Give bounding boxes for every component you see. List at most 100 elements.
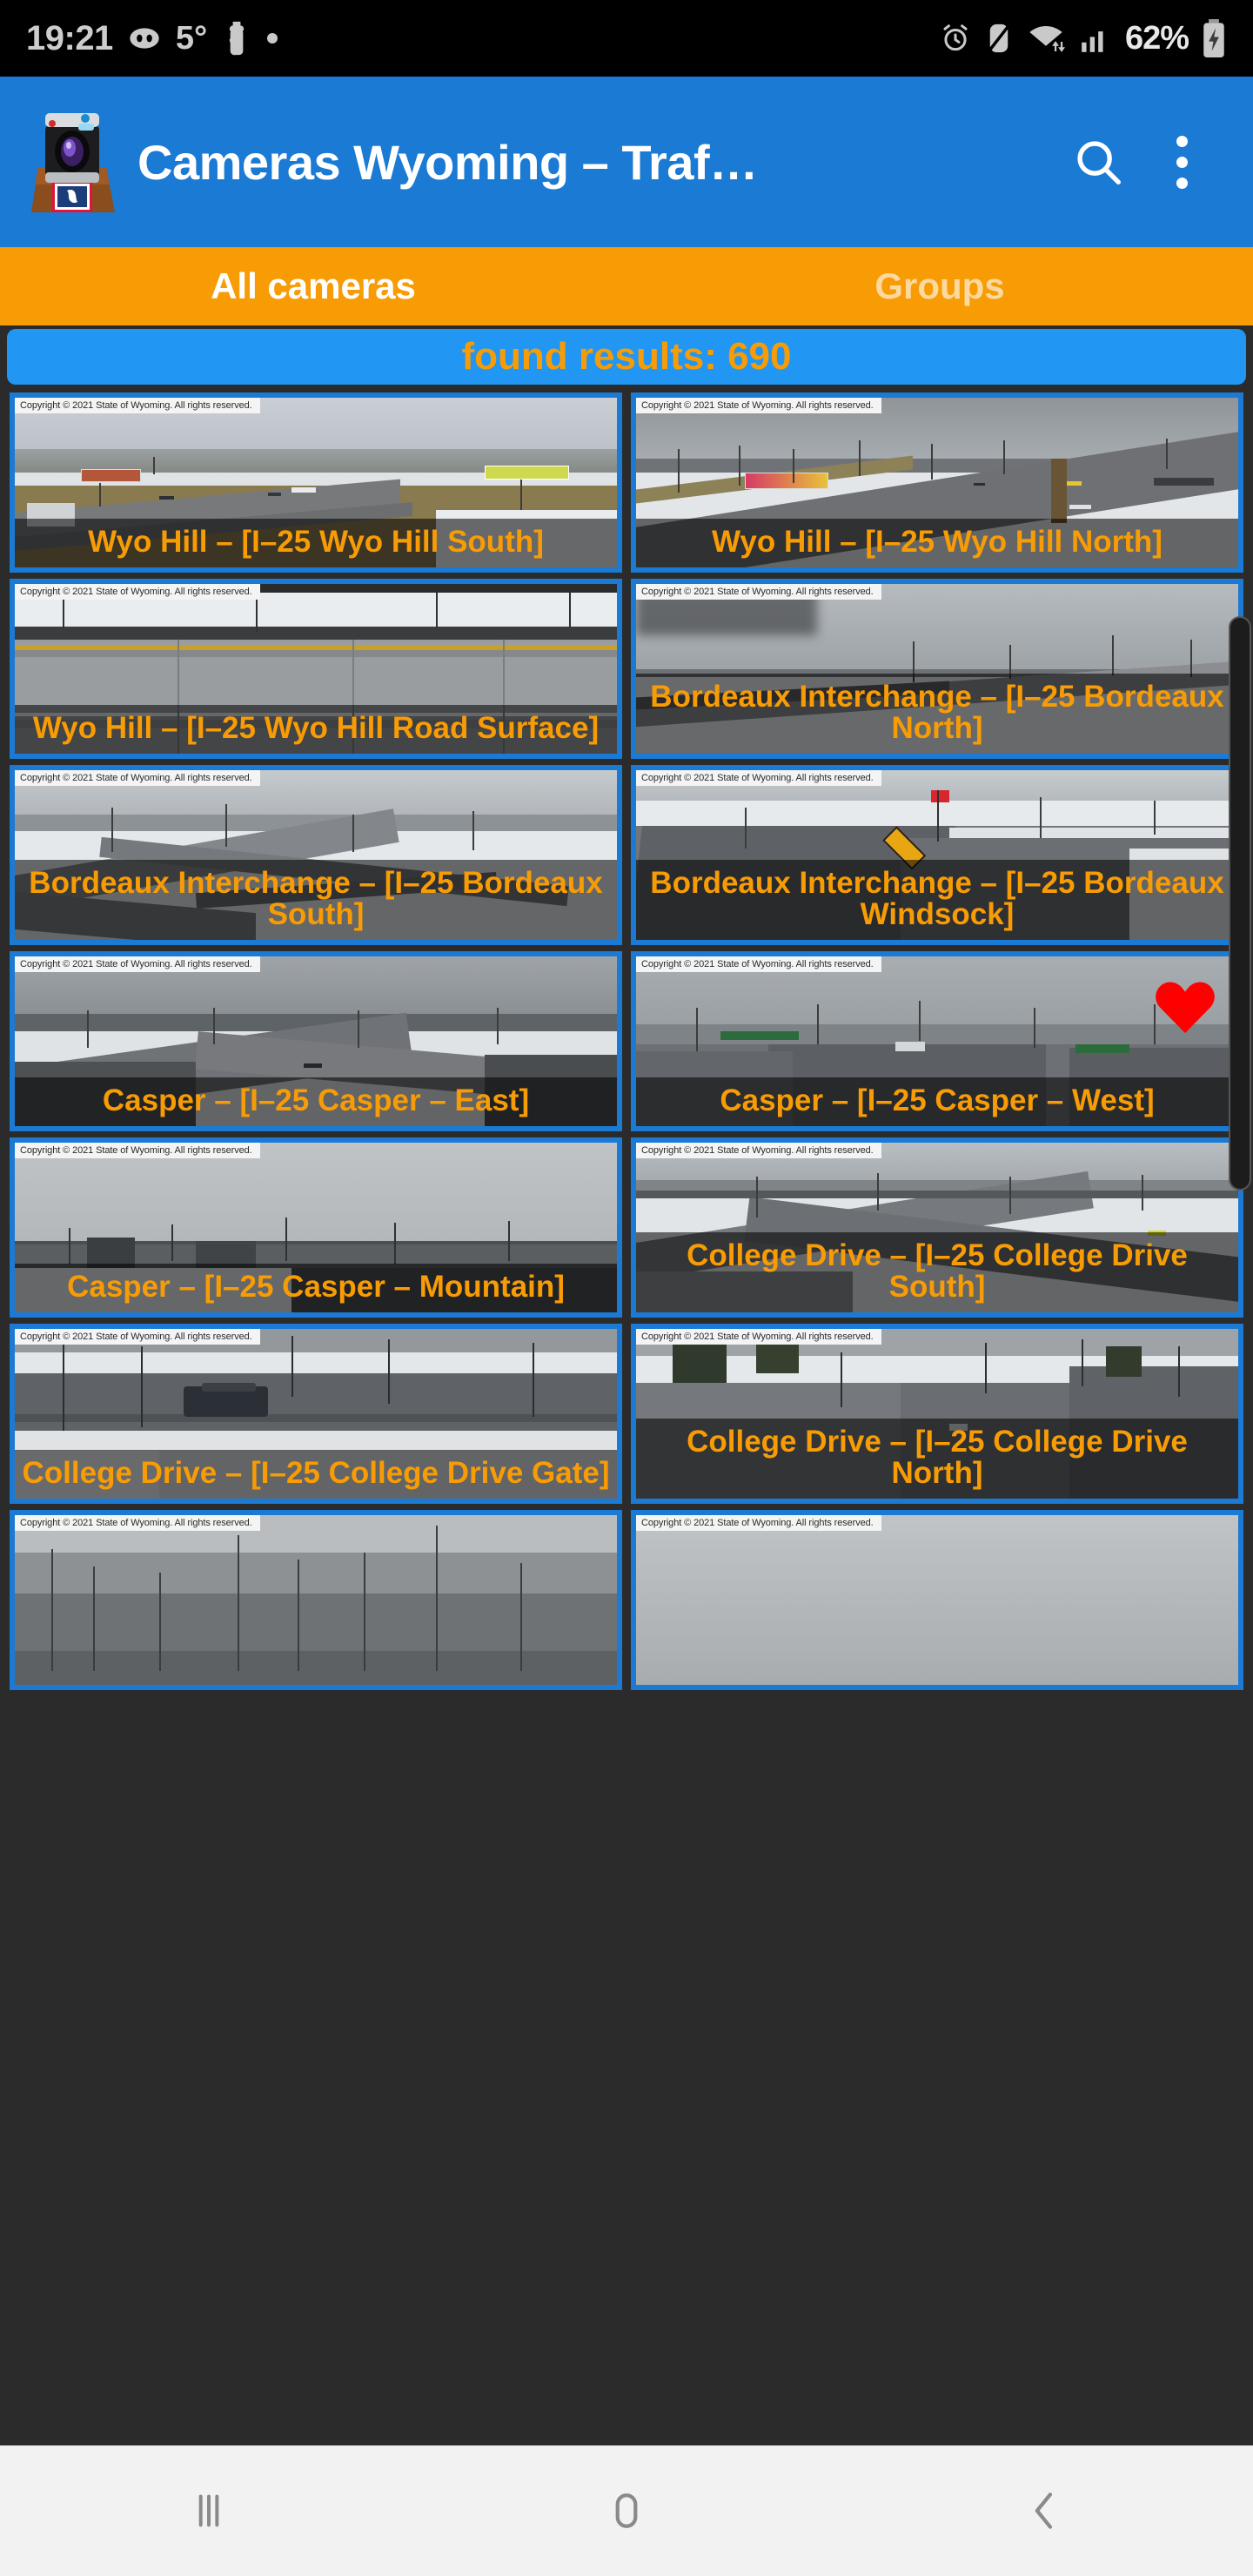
- camera-tile[interactable]: Copyright © 2021 State of Wyoming. All r…: [5, 762, 626, 949]
- camera-card[interactable]: Copyright © 2021 State of Wyoming. All r…: [10, 1510, 622, 1690]
- camera-label: Bordeaux Interchange – [I–25 Bordeaux Wi…: [636, 859, 1238, 940]
- camera-tile[interactable]: Copyright © 2021 State of Wyoming. All r…: [626, 576, 1248, 762]
- camera-label: Wyo Hill – [I–25 Wyo Hill Road Surface]: [15, 705, 617, 754]
- camera-thumbnail: Copyright © 2021 State of Wyoming. All r…: [636, 398, 1238, 567]
- vertical-scrollbar[interactable]: [1229, 616, 1251, 1191]
- wifi-icon: [1026, 22, 1066, 55]
- camera-scene: [636, 1515, 1238, 1685]
- copyright-watermark: Copyright © 2021 State of Wyoming. All r…: [15, 956, 260, 972]
- overflow-menu-button[interactable]: [1140, 120, 1223, 204]
- mute-icon: [984, 22, 1014, 55]
- status-time: 19:21: [26, 18, 113, 57]
- signal-icon: [1078, 22, 1113, 55]
- overflow-menu-icon: [1176, 135, 1188, 189]
- camera-label: Wyo Hill – [I–25 Wyo Hill North]: [636, 519, 1238, 567]
- camera-thumbnail: Copyright © 2021 State of Wyoming. All r…: [15, 956, 617, 1126]
- camera-tile[interactable]: Copyright © 2021 State of Wyoming. All r…: [626, 390, 1248, 576]
- camera-label: Bordeaux Interchange – [I–25 Bordeaux No…: [636, 673, 1238, 754]
- camera-thumbnail: Copyright © 2021 State of Wyoming. All r…: [636, 584, 1238, 754]
- status-bar: 19:21 5° 62%: [0, 0, 1253, 77]
- tab-bar: All cameras Groups: [0, 247, 1253, 325]
- camera-tile[interactable]: Copyright © 2021 State of Wyoming. All r…: [5, 1135, 626, 1321]
- results-count-label: found results: 690: [461, 335, 792, 378]
- camera-label: Casper – [I–25 Casper – West]: [636, 1077, 1238, 1126]
- camera-card[interactable]: Copyright © 2021 State of Wyoming. All r…: [631, 579, 1243, 759]
- camera-tile[interactable]: Copyright © 2021 State of Wyoming. All r…: [626, 1135, 1248, 1321]
- camera-card[interactable]: Copyright © 2021 State of Wyoming. All r…: [10, 951, 622, 1131]
- copyright-watermark: Copyright © 2021 State of Wyoming. All r…: [636, 956, 881, 972]
- camera-tile[interactable]: Copyright © 2021 State of Wyoming. All r…: [626, 1321, 1248, 1507]
- status-bar-left: 19:21 5°: [26, 19, 278, 58]
- back-icon: [1020, 2486, 1069, 2535]
- home-button[interactable]: [548, 2445, 705, 2576]
- search-button[interactable]: [1056, 120, 1140, 204]
- copyright-watermark: Copyright © 2021 State of Wyoming. All r…: [636, 1329, 881, 1345]
- camera-tile[interactable]: Copyright © 2021 State of Wyoming. All r…: [5, 576, 626, 762]
- camera-card[interactable]: Copyright © 2021 State of Wyoming. All r…: [10, 579, 622, 759]
- camera-thumbnail: Copyright © 2021 State of Wyoming. All r…: [15, 398, 617, 567]
- tab-groups[interactable]: Groups: [626, 247, 1253, 325]
- copyright-watermark: Copyright © 2021 State of Wyoming. All r…: [15, 1329, 260, 1345]
- copyright-watermark: Copyright © 2021 State of Wyoming. All r…: [15, 1515, 260, 1531]
- results-banner-container: found results: 690: [0, 325, 1253, 390]
- favorite-heart-icon[interactable]: [1153, 976, 1217, 1035]
- copyright-watermark: Copyright © 2021 State of Wyoming. All r…: [15, 770, 260, 786]
- results-banner[interactable]: found results: 690: [7, 329, 1246, 385]
- puzzle-icon: [221, 19, 252, 57]
- app-bar: Cameras Wyoming – Traf…: [0, 77, 1253, 247]
- camera-label: Casper – [I–25 Casper – Mountain]: [15, 1264, 617, 1312]
- camera-tile[interactable]: Copyright © 2021 State of Wyoming. All r…: [5, 390, 626, 576]
- app-root: 19:21 5° 62% Cameras Wyoming – Traf… All…: [0, 0, 1253, 2576]
- camera-tile[interactable]: Copyright © 2021 State of Wyoming. All r…: [626, 762, 1248, 949]
- camera-card[interactable]: Copyright © 2021 State of Wyoming. All r…: [10, 1324, 622, 1504]
- copyright-watermark: Copyright © 2021 State of Wyoming. All r…: [636, 1143, 881, 1158]
- camera-wyoming-app-icon: [26, 106, 118, 218]
- camera-tile[interactable]: Copyright © 2021 State of Wyoming. All r…: [5, 1507, 626, 1694]
- camera-tile[interactable]: Copyright © 2021 State of Wyoming. All r…: [5, 1321, 626, 1507]
- camera-label: Casper – [I–25 Casper – East]: [15, 1077, 617, 1126]
- home-icon: [602, 2486, 651, 2535]
- camera-thumbnail: Copyright © 2021 State of Wyoming. All r…: [15, 1329, 617, 1499]
- alarm-icon: [939, 22, 972, 55]
- camera-grid: Copyright © 2021 State of Wyoming. All r…: [0, 390, 1253, 1694]
- back-button[interactable]: [966, 2445, 1122, 2576]
- camera-card[interactable]: Copyright © 2021 State of Wyoming. All r…: [631, 1510, 1243, 1690]
- copyright-watermark: Copyright © 2021 State of Wyoming. All r…: [15, 398, 260, 413]
- copyright-watermark: Copyright © 2021 State of Wyoming. All r…: [636, 1515, 881, 1531]
- recents-button[interactable]: [131, 2445, 287, 2576]
- copyright-watermark: Copyright © 2021 State of Wyoming. All r…: [636, 398, 881, 413]
- tab-all-cameras-label: All cameras: [211, 265, 416, 306]
- camera-thumbnail: Copyright © 2021 State of Wyoming. All r…: [636, 956, 1238, 1126]
- tab-groups-label: Groups: [874, 265, 1005, 306]
- camera-thumbnail: Copyright © 2021 State of Wyoming. All r…: [636, 1143, 1238, 1312]
- camera-label: College Drive – [I–25 College Drive Nort…: [636, 1418, 1238, 1499]
- camera-card[interactable]: Copyright © 2021 State of Wyoming. All r…: [631, 1324, 1243, 1504]
- battery-charging-icon: [1201, 19, 1227, 57]
- camera-tile[interactable]: Copyright © 2021 State of Wyoming. All r…: [5, 949, 626, 1135]
- camera-thumbnail: Copyright © 2021 State of Wyoming. All r…: [15, 1515, 617, 1685]
- copyright-watermark: Copyright © 2021 State of Wyoming. All r…: [15, 584, 260, 600]
- camera-card[interactable]: Copyright © 2021 State of Wyoming. All r…: [631, 1137, 1243, 1318]
- status-bar-right: 62%: [939, 19, 1227, 57]
- copyright-watermark: Copyright © 2021 State of Wyoming. All r…: [636, 770, 881, 786]
- camera-card[interactable]: Copyright © 2021 State of Wyoming. All r…: [631, 765, 1243, 945]
- camera-card[interactable]: Copyright © 2021 State of Wyoming. All r…: [631, 951, 1243, 1131]
- status-temperature: 5°: [175, 19, 208, 57]
- camera-thumbnail: Copyright © 2021 State of Wyoming. All r…: [15, 770, 617, 940]
- camera-thumbnail: Copyright © 2021 State of Wyoming. All r…: [15, 584, 617, 754]
- tab-all-cameras[interactable]: All cameras: [0, 247, 626, 325]
- camera-grid-area[interactable]: Copyright © 2021 State of Wyoming. All r…: [0, 390, 1253, 2445]
- camera-thumbnail: Copyright © 2021 State of Wyoming. All r…: [15, 1143, 617, 1312]
- camera-card[interactable]: Copyright © 2021 State of Wyoming. All r…: [631, 392, 1243, 573]
- camera-card[interactable]: Copyright © 2021 State of Wyoming. All r…: [10, 1137, 622, 1318]
- camera-label: Wyo Hill – [I–25 Wyo Hill South]: [15, 519, 617, 567]
- dot-icon: [266, 32, 278, 44]
- camera-card[interactable]: Copyright © 2021 State of Wyoming. All r…: [10, 765, 622, 945]
- camera-card[interactable]: Copyright © 2021 State of Wyoming. All r…: [10, 392, 622, 573]
- camera-tile[interactable]: Copyright © 2021 State of Wyoming. All r…: [626, 949, 1248, 1135]
- status-battery-percent: 62%: [1124, 19, 1189, 57]
- camera-tile[interactable]: Copyright © 2021 State of Wyoming. All r…: [626, 1507, 1248, 1694]
- camera-thumbnail: Copyright © 2021 State of Wyoming. All r…: [636, 1329, 1238, 1499]
- camera-scene: [15, 1515, 617, 1685]
- camera-label: College Drive – [I–25 College Drive Sout…: [636, 1231, 1238, 1312]
